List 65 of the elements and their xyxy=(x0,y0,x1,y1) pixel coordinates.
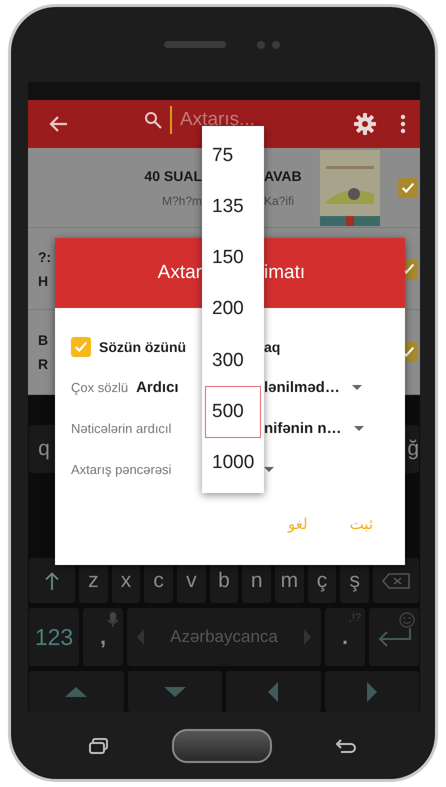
smiley-icon xyxy=(399,612,415,628)
field-label: Axtarış pəncərəsi xyxy=(71,462,172,477)
key-label: . xyxy=(342,626,348,648)
right-triangle-icon xyxy=(304,629,311,645)
search-field[interactable]: Axtarış... xyxy=(180,109,300,131)
search-icon xyxy=(144,111,162,129)
key-hint: ,!? xyxy=(348,612,361,624)
text-cursor xyxy=(170,106,172,134)
left-triangle-icon xyxy=(268,682,278,702)
dialog-title: Axtar xyxy=(158,262,202,284)
dropdown-option[interactable]: 75 xyxy=(205,130,261,182)
space-label: Azərbaycanca xyxy=(170,627,278,647)
result-text: R xyxy=(38,356,48,372)
dropdown-caret-icon xyxy=(354,426,364,431)
right-triangle-icon xyxy=(366,682,377,702)
checkbox[interactable] xyxy=(398,178,418,198)
dropdown-option[interactable]: 135 xyxy=(205,181,261,233)
arrow-key[interactable] xyxy=(226,671,320,712)
field-label: Çox sözlü xyxy=(71,380,128,395)
checkbox[interactable] xyxy=(71,336,91,356)
dialog-title: imatı xyxy=(264,262,306,284)
camera-icon xyxy=(256,40,282,50)
book-author: Ka?ifi xyxy=(264,194,296,208)
enter-arrow-icon xyxy=(377,627,411,647)
number-key[interactable]: 123 xyxy=(29,608,79,666)
field-value[interactable]: lənilməd… xyxy=(264,379,340,396)
left-triangle-icon xyxy=(137,629,144,645)
dropdown-option[interactable]: 1000 xyxy=(205,438,261,489)
option-label: Sözün özünü xyxy=(99,338,186,354)
comma-key[interactable]: , xyxy=(83,608,123,666)
back-arrow-icon[interactable] xyxy=(48,115,68,133)
home-button[interactable] xyxy=(172,728,272,762)
result-text: B xyxy=(38,332,48,348)
backspace-icon xyxy=(382,572,410,588)
book-title: 40 SUAL xyxy=(143,168,202,184)
microphone-icon xyxy=(107,612,119,627)
enter-key[interactable] xyxy=(369,608,419,666)
shift-arrow-icon xyxy=(45,572,59,590)
dropdown-caret-icon xyxy=(352,385,362,390)
field-value[interactable]: nifənin n… xyxy=(264,420,342,437)
speaker-grille xyxy=(164,41,226,48)
period-key[interactable]: ,!? . xyxy=(325,608,365,666)
up-triangle-icon xyxy=(65,686,88,696)
field-label: Nəticələrin ardıcıl xyxy=(71,421,172,436)
dropdown-option[interactable]: 500 xyxy=(205,386,261,438)
book-author: M?h?m xyxy=(160,194,202,208)
more-menu-icon[interactable] xyxy=(400,114,406,134)
option-label: aq xyxy=(264,338,280,354)
field-value[interactable]: Ardıcı xyxy=(136,379,179,396)
dropdown-option[interactable]: 150 xyxy=(205,232,261,284)
settings-icon[interactable] xyxy=(354,113,376,135)
dropdown-option[interactable]: 200 xyxy=(205,284,261,336)
recent-apps-icon[interactable] xyxy=(89,738,110,754)
shift-key[interactable] xyxy=(29,558,75,603)
back-icon[interactable] xyxy=(334,738,357,752)
key-label: , xyxy=(100,626,106,648)
dropdown-caret-icon xyxy=(264,467,274,472)
result-text: H xyxy=(38,272,48,288)
dropdown-option[interactable]: 300 xyxy=(205,335,261,386)
arrow-key[interactable] xyxy=(29,671,124,712)
book-title: AVAB xyxy=(264,168,303,184)
arrow-key[interactable] xyxy=(324,671,419,712)
result-text: ?: xyxy=(38,248,52,264)
arrow-key[interactable] xyxy=(128,671,222,712)
down-triangle-icon xyxy=(164,686,186,696)
